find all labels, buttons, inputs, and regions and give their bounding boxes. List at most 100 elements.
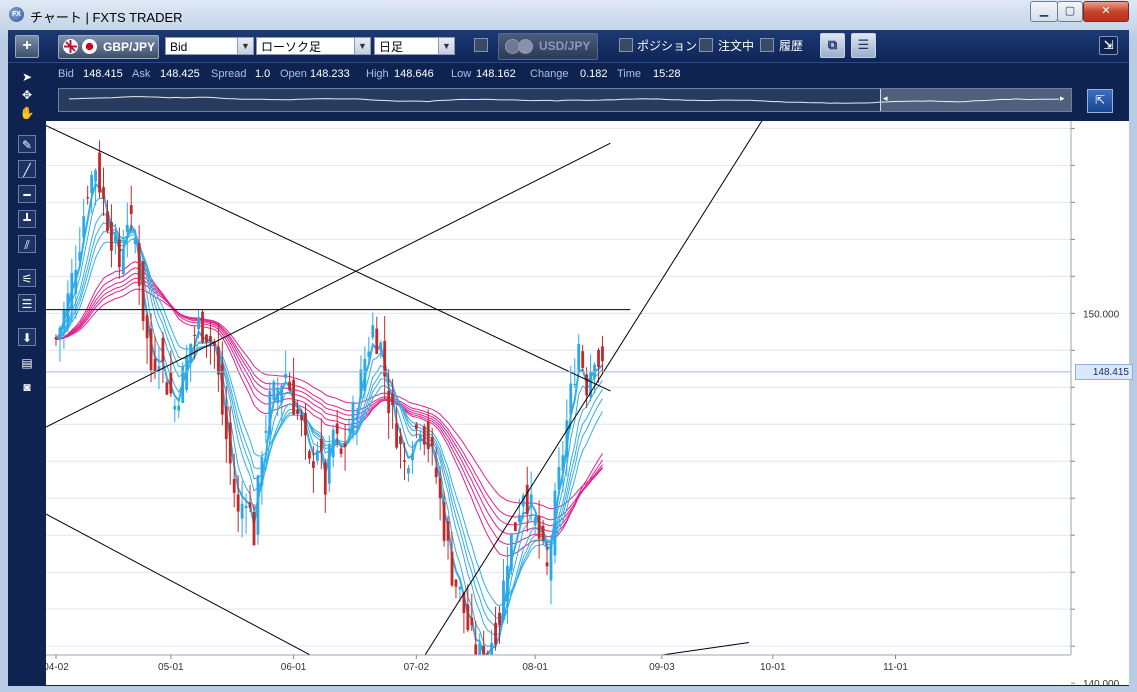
horizontal-line-icon[interactable]: ━: [18, 185, 36, 203]
candle-body: [280, 385, 284, 404]
candle-body: [502, 580, 505, 621]
navigator-right-arrow-icon[interactable]: ▸: [1060, 93, 1065, 104]
candle-body: [185, 355, 189, 390]
candle-body: [94, 170, 97, 182]
compare-checkbox[interactable]: [474, 38, 488, 52]
time-tick-label: 07-02: [404, 662, 430, 673]
period-select[interactable]: 日足 ▼: [374, 37, 455, 55]
candle-body: [422, 426, 426, 445]
candle-body: [193, 334, 196, 336]
candle-body: [379, 342, 383, 351]
pointer-icon[interactable]: ➤: [18, 67, 36, 85]
candle-body: [260, 456, 264, 486]
trendline: [405, 121, 763, 685]
vertical-line-icon[interactable]: ┻: [18, 210, 36, 228]
candle-body: [240, 503, 244, 519]
symbol-button[interactable]: GBP/JPY: [58, 35, 159, 59]
candle-body: [371, 325, 375, 338]
candle-body: [74, 269, 78, 294]
crosshair-pointer-icon[interactable]: ✥: [18, 85, 36, 103]
chart-settings-icon[interactable]: ⧉: [820, 33, 845, 58]
add-chart-button[interactable]: +: [15, 35, 39, 58]
position-checkbox[interactable]: [619, 38, 633, 52]
candle-body: [252, 512, 256, 546]
minimize-button[interactable]: ▁: [1030, 1, 1058, 22]
navigator-window-handle[interactable]: [880, 89, 1071, 111]
history-checkbox[interactable]: [760, 38, 774, 52]
indicator-list-icon[interactable]: ☰: [851, 33, 876, 58]
candle-body: [335, 423, 339, 434]
candle-body: [407, 468, 410, 474]
pen-icon[interactable]: ✎: [18, 135, 36, 153]
candle-body: [418, 434, 422, 442]
grid: [46, 127, 1071, 684]
fibonacci-fan-icon[interactable]: ⚟: [18, 269, 36, 287]
chart-navigator[interactable]: ◂ ▸: [58, 88, 1072, 112]
candle-body: [438, 478, 442, 499]
candle-body: [102, 187, 105, 199]
fibonacci-retracement-icon[interactable]: ☰: [18, 294, 36, 312]
candle-body: [256, 475, 260, 535]
candle-body: [161, 337, 165, 362]
candle-body: [284, 373, 288, 379]
chart-app: + GBP/JPY Bid ▼ ローソク足 ▼ 日足 ▼ USD/JPY ポジシ…: [8, 30, 1133, 686]
price-chart[interactable]: 140.000 150.000 04-02 05-01 06-01 07-02 08-01 0…: [46, 121, 1133, 685]
candles: [54, 140, 604, 684]
bid-label: Bid: [58, 68, 74, 80]
camera-icon[interactable]: ◙: [18, 377, 36, 395]
candle-body: [573, 383, 577, 386]
download-icon[interactable]: ⬇: [18, 328, 36, 346]
candle-body: [300, 415, 303, 421]
auto-scroll-button[interactable]: ⇱: [1087, 89, 1113, 113]
candle-body: [395, 423, 398, 448]
candle-body: [327, 444, 331, 484]
candle-body: [601, 346, 604, 362]
candle-body: [359, 369, 363, 399]
time-tick-label: 05-01: [158, 662, 184, 673]
candle-body: [565, 420, 569, 457]
candle-body: [86, 197, 90, 199]
candle-body: [498, 612, 501, 626]
open-value: 148.233: [310, 68, 350, 80]
collapse-arrow-icon[interactable]: ⇲: [1099, 36, 1118, 55]
parallel-lines-icon[interactable]: ⫽: [18, 235, 36, 253]
order-checkbox[interactable]: [699, 38, 713, 52]
candle-body: [153, 359, 157, 373]
candle-body: [58, 327, 62, 339]
candle-body: [205, 334, 208, 343]
title-bar[interactable]: FX チャート | FXTS TRADER ▁ ▢ ✕: [0, 0, 1137, 30]
candle-body: [165, 382, 169, 395]
ask-value: 148.425: [160, 68, 200, 80]
navigator-left-arrow-icon[interactable]: ◂: [883, 93, 888, 104]
candle-body: [232, 479, 236, 493]
candle-body: [569, 383, 573, 415]
close-button[interactable]: ✕: [1083, 1, 1129, 22]
candle-body: [125, 224, 129, 233]
spread-value: 1.0: [255, 68, 271, 80]
candle-body: [315, 450, 319, 461]
candle-body: [454, 579, 458, 587]
candle-body: [224, 406, 228, 440]
candle-body: [533, 517, 537, 526]
candle-body: [593, 364, 596, 379]
candle-body: [288, 381, 292, 391]
candle-body: [114, 235, 117, 242]
candle-body: [517, 514, 521, 522]
chart-type-select[interactable]: ローソク足 ▼: [256, 37, 371, 55]
hand-icon[interactable]: ✋: [18, 103, 36, 121]
trendline-icon[interactable]: ╱: [18, 160, 36, 178]
candle-body: [276, 387, 280, 403]
maximize-button[interactable]: ▢: [1057, 1, 1083, 22]
candle-body: [296, 409, 299, 414]
candle-body: [189, 343, 193, 363]
candle-body: [149, 328, 153, 371]
candle-body: [466, 604, 470, 631]
list-icon[interactable]: ▤: [18, 353, 36, 371]
candle-body: [537, 515, 541, 539]
candle-body: [133, 237, 137, 245]
time-tick-label: 08-01: [522, 662, 548, 673]
chart-type-value: ローソク足: [261, 40, 322, 54]
low-label: Low: [451, 68, 472, 80]
compare-symbol-button[interactable]: USD/JPY: [498, 33, 598, 60]
price-type-select[interactable]: Bid ▼: [165, 37, 254, 55]
